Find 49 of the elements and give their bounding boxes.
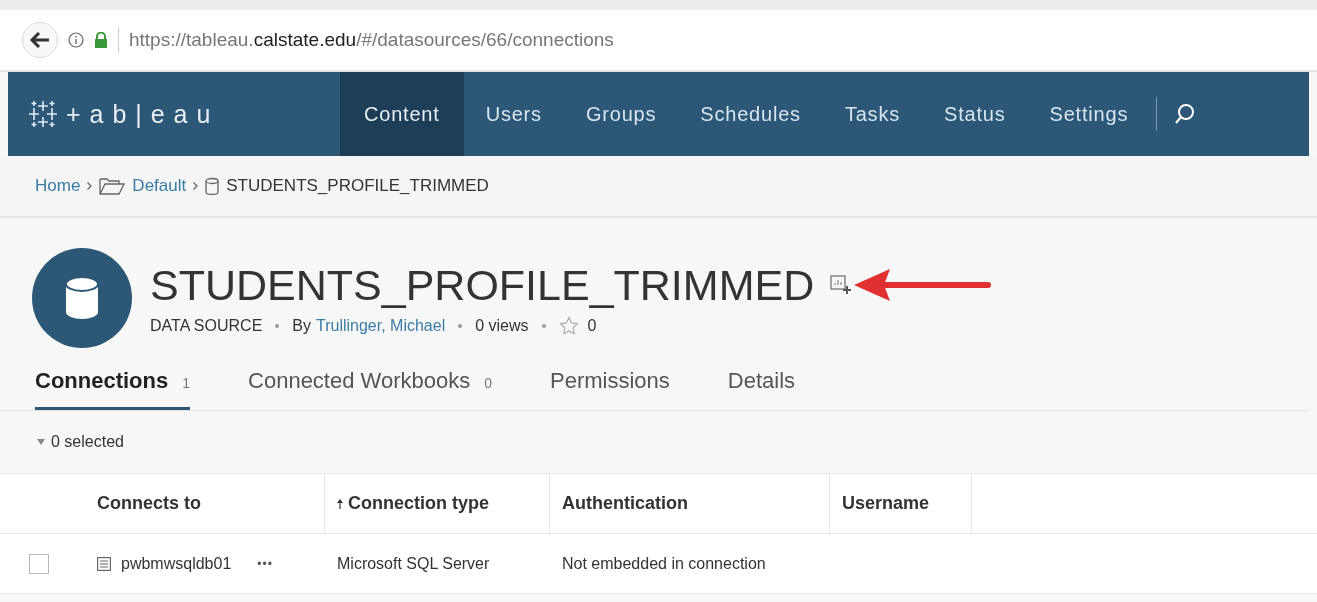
tab[interactable]: Connected Workbooks 0 [248,360,492,410]
page-title: STUDENTS_PROFILE_TRIMMED [150,260,815,310]
server-icon [97,556,111,571]
favorite-count: 0 [587,316,597,335]
nav-tab[interactable]: Schedules [678,72,823,156]
sort-arrow-icon[interactable] [337,498,343,509]
tab[interactable]: Details [727,360,796,410]
database-icon [32,248,132,348]
nav-tab[interactable]: Status [922,72,1028,156]
column-header[interactable]: Authentication [550,474,830,533]
separator-dot-icon [458,323,463,328]
separator-dot-icon [275,323,280,328]
nav-tab[interactable]: Groups [563,72,679,156]
chevron-icon [193,182,199,190]
owner-link[interactable]: Trullinger, Michael [316,316,446,335]
separator-dot-icon [541,323,546,328]
table-cell-text: Microsoft SQL Server [336,553,491,574]
column-header[interactable]: Connects to [85,474,325,533]
nav-tab[interactable]: Tasks [822,72,922,156]
nav-tab[interactable]: Content [340,72,464,156]
item-type: DATA SOURCE [150,316,263,335]
more-actions-button[interactable]: ••• [257,556,273,571]
add-image-icon[interactable] [830,275,853,295]
row-checkbox[interactable] [29,553,49,574]
column-header[interactable]: Username [830,474,972,533]
caret-icon[interactable] [37,439,45,445]
breadcrumb-link[interactable]: Home [35,176,81,196]
url-field[interactable]: https://tableau.calstate.edu/#/datasources/66/connections [129,29,614,51]
logo-text: + a b | e a u [66,99,212,129]
cylinder-icon [205,177,220,195]
view-count: 0 views [475,316,529,335]
table-cell-text: Not embedded in connection [561,553,767,574]
info-icon[interactable] [68,32,84,48]
tab[interactable]: Permissions [550,360,670,410]
column-header[interactable]: Connection type [325,474,550,533]
tab[interactable]: Connections 1 [35,360,191,410]
lock-icon [94,32,108,48]
star-icon[interactable] [558,315,579,336]
selection-count[interactable]: 0 selected [51,433,124,451]
breadcrumb-link[interactable]: Default [132,176,187,196]
back-button[interactable] [22,22,58,58]
folder-icon [99,177,126,195]
nav-tab[interactable]: Settings [1027,72,1151,156]
owner-label: By [292,316,311,335]
breadcrumb-current: STUDENTS_PROFILE_TRIMMED [226,176,489,196]
chevron-icon [87,182,93,190]
back-arrow-icon[interactable] [29,31,51,49]
nav-tab[interactable]: Users [463,72,564,156]
connection-name[interactable]: pwbmwsqldb01 [121,554,232,573]
